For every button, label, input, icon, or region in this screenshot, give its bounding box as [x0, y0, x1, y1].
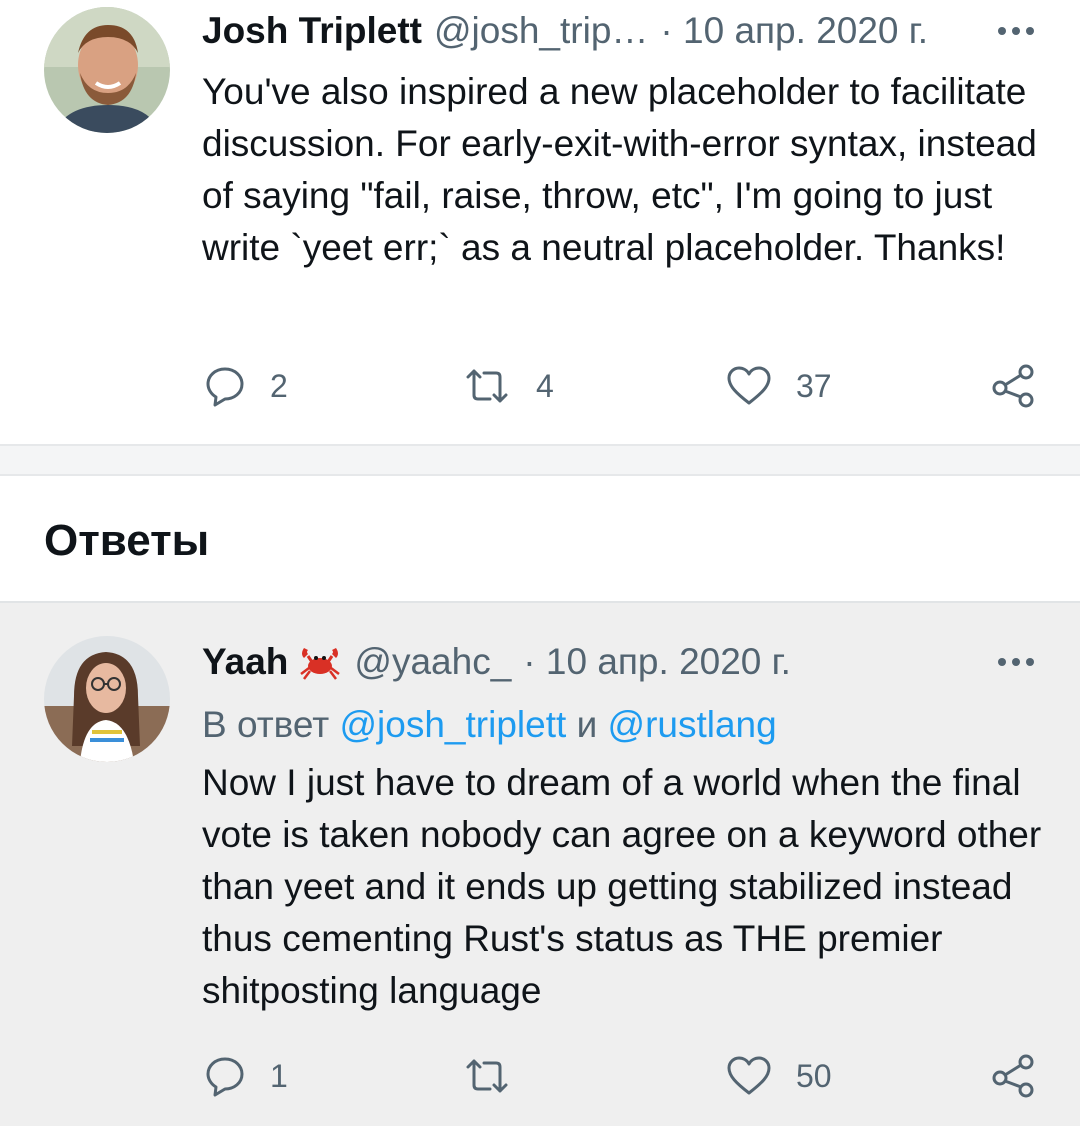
tweet-date[interactable]: · 10 апр. 2020 г. — [523, 641, 791, 683]
avatar[interactable] — [44, 636, 170, 762]
reply-prefix: В ответ — [202, 704, 330, 745]
replies-heading: Ответы — [44, 516, 210, 565]
tweet-actions: 2 4 37 — [0, 356, 1080, 416]
tweet-text: You've also inspired a new placeholder t… — [202, 71, 1037, 268]
share-button[interactable] — [992, 356, 1036, 416]
avatar-image — [44, 636, 170, 762]
reply-button[interactable]: 2 — [204, 356, 288, 416]
retweet-icon — [466, 369, 508, 403]
author-name[interactable]: Yaah — [202, 641, 288, 683]
crab-icon — [298, 642, 342, 682]
reply-icon — [206, 367, 244, 407]
author-handle[interactable]: @yaahc_ — [354, 641, 511, 683]
share-icon — [992, 364, 1034, 408]
heart-icon — [727, 366, 771, 405]
share-button[interactable] — [992, 1046, 1036, 1106]
retweet-count: 4 — [536, 367, 554, 404]
author-handle[interactable]: @josh_trip… — [434, 10, 648, 52]
mention-link-rustlang[interactable]: @rustlang — [608, 704, 777, 745]
retweet-button[interactable]: 4 — [462, 356, 554, 416]
retweet-button[interactable] — [462, 1046, 536, 1106]
tweet-actions: 1 50 — [0, 1046, 1080, 1106]
reply-count: 2 — [270, 367, 288, 404]
heart-icon — [727, 1056, 771, 1095]
avatar[interactable] — [44, 7, 170, 133]
tweet-header: Josh Triplett @josh_trip… · 10 апр. 2020… — [202, 6, 1080, 56]
more-icon[interactable] — [998, 6, 1034, 56]
author-name[interactable]: Josh Triplett — [202, 10, 422, 52]
reply-icon — [206, 1057, 244, 1097]
like-button[interactable]: 50 — [726, 1046, 832, 1106]
reply-joiner: и — [576, 704, 598, 745]
avatar-image — [44, 7, 170, 133]
like-count: 37 — [796, 367, 832, 404]
like-button[interactable]: 37 — [726, 356, 832, 416]
mention-link-josh[interactable]: @josh_triplett — [340, 704, 567, 745]
section-divider — [0, 444, 1080, 476]
like-count: 50 — [796, 1057, 832, 1094]
reply-button[interactable]: 1 — [204, 1046, 288, 1106]
more-icon[interactable] — [998, 637, 1034, 687]
share-icon — [992, 1054, 1034, 1098]
retweet-icon — [466, 1059, 508, 1093]
tweet-text: Now I just have to dream of a world when… — [202, 762, 1042, 1011]
tweet-date[interactable]: · 10 апр. 2020 г. — [660, 10, 928, 52]
tweet-card[interactable]: Josh Triplett @josh_trip… · 10 апр. 2020… — [0, 0, 1080, 444]
reply-context: В ответ @josh_triplett и @rustlang — [202, 700, 777, 750]
reply-count: 1 — [270, 1057, 288, 1094]
tweet-header: Yaah @yaahc_ · 10 апр. 2020 г. — [202, 637, 1080, 687]
